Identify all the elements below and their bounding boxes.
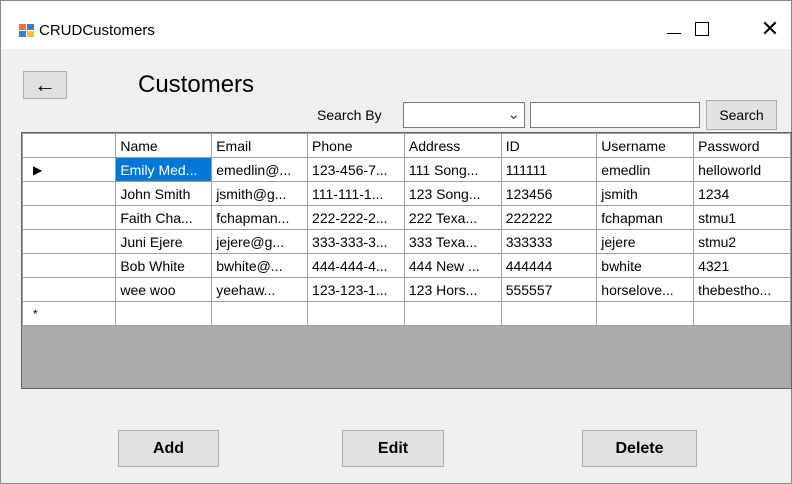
minimize-icon	[667, 32, 681, 34]
table-row[interactable]: Faith Cha... fchapman... 222-222-2... 22…	[22, 205, 791, 230]
row-header[interactable]	[22, 253, 117, 278]
column-header-password[interactable]: Password	[693, 133, 791, 158]
close-icon: ✕	[760, 16, 780, 41]
table-cell[interactable]: Juni Ejere	[115, 229, 213, 254]
delete-button[interactable]: Delete	[582, 430, 697, 467]
table-cell[interactable]: 333 Texa...	[403, 229, 502, 254]
table-cell[interactable]: horselove...	[596, 277, 695, 302]
search-by-label: Search By	[317, 107, 382, 123]
table-cell[interactable]	[693, 301, 791, 326]
row-header[interactable]	[22, 229, 117, 254]
table-cell[interactable]: wee woo	[115, 277, 213, 302]
table-cell[interactable]	[307, 301, 405, 326]
table-cell[interactable]: 555557	[500, 277, 598, 302]
chevron-down-icon[interactable]: ⌄	[507, 105, 520, 123]
close-button[interactable]: ✕	[750, 9, 790, 49]
table-cell[interactable]: Faith Cha...	[115, 205, 213, 230]
table-cell[interactable]: 123 Song...	[403, 181, 502, 206]
maximize-button[interactable]	[682, 9, 722, 49]
table-cell[interactable]: yeehaw...	[211, 277, 309, 302]
new-row-icon: *	[33, 306, 38, 321]
table-cell[interactable]: emedlin	[596, 157, 695, 182]
add-button[interactable]: Add	[118, 430, 219, 467]
back-arrow-icon: ←	[34, 72, 56, 97]
row-header[interactable]	[22, 277, 117, 302]
table-cell[interactable]: 333333	[500, 229, 598, 254]
table-cell[interactable]: 444444	[500, 253, 598, 278]
search-button[interactable]: Search	[706, 100, 777, 130]
new-row[interactable]: *	[22, 301, 791, 326]
table-cell[interactable]: bwhite@...	[211, 253, 309, 278]
table-cell[interactable]: jejere	[596, 229, 695, 254]
table-cell[interactable]: jsmith	[596, 181, 695, 206]
table-cell[interactable]	[596, 301, 695, 326]
column-header-id[interactable]: ID	[500, 133, 598, 158]
customers-table: Name Email Phone Address ID Username Pas…	[22, 133, 791, 326]
table-cell[interactable]: stmu1	[693, 205, 791, 230]
back-button[interactable]: ←	[23, 71, 67, 99]
table-cell[interactable]: 222 Texa...	[403, 205, 502, 230]
maximize-icon	[695, 22, 709, 36]
current-row-icon: ▶	[33, 162, 43, 177]
table-cell[interactable]: 123-456-7...	[307, 157, 405, 182]
table-cell[interactable]: 4321	[693, 253, 791, 278]
edit-button[interactable]: Edit	[342, 430, 444, 467]
table-cell[interactable]: jsmith@g...	[211, 181, 309, 206]
table-row[interactable]: Juni Ejere jejere@g... 333-333-3... 333 …	[22, 229, 791, 254]
table-cell[interactable]: 111-111-1...	[307, 181, 405, 206]
row-header[interactable]	[22, 205, 117, 230]
header-row: Name Email Phone Address ID Username Pas…	[22, 133, 791, 158]
table-cell[interactable]: Bob White	[115, 253, 213, 278]
table-cell[interactable]	[211, 301, 309, 326]
table-cell[interactable]	[403, 301, 502, 326]
title-bar: CRUDCustomers ✕	[1, 1, 791, 49]
row-header[interactable]: *	[22, 301, 117, 326]
column-header-address[interactable]: Address	[403, 133, 502, 158]
app-form-icon	[19, 24, 36, 38]
table-cell[interactable]: Emily Med...	[115, 157, 213, 182]
table-cell[interactable]	[115, 301, 213, 326]
table-cell[interactable]: emedlin@...	[211, 157, 309, 182]
page-title: Customers	[138, 71, 255, 98]
table-cell[interactable]: fchapman...	[211, 205, 309, 230]
search-by-combo[interactable]: ⌄	[403, 102, 525, 128]
customers-grid[interactable]: Name Email Phone Address ID Username Pas…	[21, 132, 792, 389]
table-cell[interactable]	[500, 301, 598, 326]
table-cell[interactable]: John Smith	[115, 181, 213, 206]
table-cell[interactable]: helloworld	[693, 157, 791, 182]
table-cell[interactable]: 444-444-4...	[307, 253, 405, 278]
column-header-phone[interactable]: Phone	[307, 133, 405, 158]
table-cell[interactable]: 123 Hors...	[403, 277, 502, 302]
table-cell[interactable]: 111111	[500, 157, 598, 182]
table-cell[interactable]: bwhite	[596, 253, 695, 278]
table-cell[interactable]: 222-222-2...	[307, 205, 405, 230]
table-row[interactable]: John Smith jsmith@g... 111-111-1... 123 …	[22, 181, 791, 206]
table-row[interactable]: Bob White bwhite@... 444-444-4... 444 Ne…	[22, 253, 791, 278]
table-cell[interactable]: stmu2	[693, 229, 791, 254]
table-cell[interactable]: 333-333-3...	[307, 229, 405, 254]
table-row[interactable]: ▶ Emily Med... emedlin@... 123-456-7... …	[22, 157, 791, 182]
table-cell[interactable]: thebestho...	[693, 277, 791, 302]
column-header-name[interactable]: Name	[115, 133, 213, 158]
table-cell[interactable]: fchapman	[596, 205, 695, 230]
table-cell[interactable]: 123456	[500, 181, 598, 206]
column-header-email[interactable]: Email	[211, 133, 309, 158]
row-header[interactable]	[22, 181, 117, 206]
table-row[interactable]: wee woo yeehaw... 123-123-1... 123 Hors.…	[22, 277, 791, 302]
table-cell[interactable]: 123-123-1...	[307, 277, 405, 302]
window-title: CRUDCustomers	[39, 22, 155, 39]
table-cell[interactable]: jejere@g...	[211, 229, 309, 254]
table-cell[interactable]: 1234	[693, 181, 791, 206]
column-header-username[interactable]: Username	[596, 133, 695, 158]
table-cell[interactable]: 222222	[500, 205, 598, 230]
corner-header-cell[interactable]	[22, 133, 117, 158]
table-cell[interactable]: 444 New ...	[403, 253, 502, 278]
table-cell[interactable]: 111 Song...	[403, 157, 502, 182]
crud-customers-window: CRUDCustomers ✕ ← Customers Search By ⌄ …	[0, 0, 792, 484]
row-header[interactable]: ▶	[22, 157, 117, 182]
search-input[interactable]	[530, 102, 700, 128]
